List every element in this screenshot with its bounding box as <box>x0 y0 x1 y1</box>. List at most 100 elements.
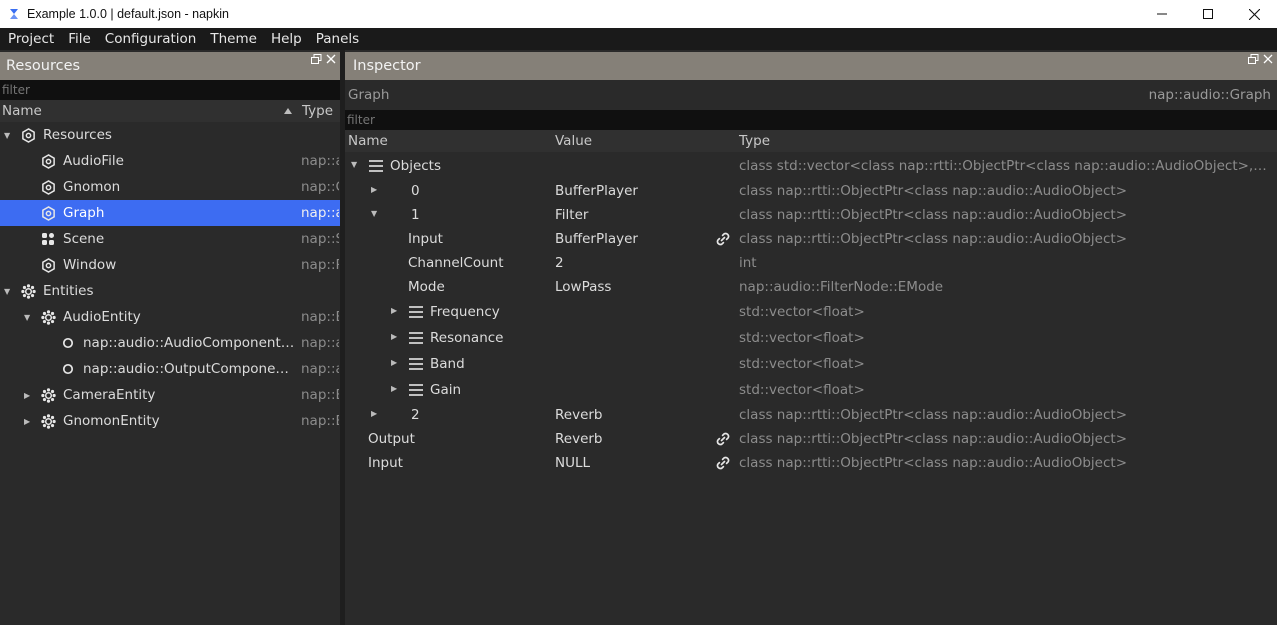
property-name: Mode <box>408 279 445 295</box>
close-window-button[interactable] <box>1231 0 1277 28</box>
resource-icon <box>40 257 56 273</box>
window-title: Example 1.0.0 | default.json - napkin <box>27 7 229 21</box>
menu-panels[interactable]: Panels <box>309 31 366 47</box>
inspector-property-row[interactable]: ▶ Gain std::vector<float> <box>345 377 1277 403</box>
menu-file[interactable]: File <box>61 31 98 47</box>
resource-tree-row[interactable]: AudioFile nap::a <box>0 148 340 174</box>
inspector-property-row[interactable]: ▶ 2 Reverb class nap::rtti::ObjectPtr<class… <box>345 403 1277 427</box>
property-value[interactable]: NULL <box>555 455 590 471</box>
property-value[interactable]: Filter <box>555 207 588 223</box>
resource-tree-row[interactable]: nap::audio::OutputComponent_...nap::a <box>0 356 340 382</box>
col-type-header[interactable]: Type <box>302 103 333 119</box>
property-value[interactable]: Reverb <box>555 431 603 447</box>
resource-tree-row[interactable]: nap::audio::AudioComponent_0...nap::a <box>0 330 340 356</box>
array-list-icon <box>408 356 424 372</box>
resources-filter-input[interactable] <box>0 80 340 100</box>
resource-tree-type: nap::a <box>301 153 339 169</box>
close-panel-icon[interactable] <box>1263 54 1273 64</box>
expand-down-icon[interactable]: ▼ <box>351 160 357 169</box>
inspector-property-row[interactable]: ▶ Resonance std::vector<float> <box>345 325 1277 351</box>
property-name: 1 <box>411 207 420 223</box>
inspector-object-bar: Graph nap::audio::Graph <box>345 80 1277 110</box>
resource-tree-label: Entities <box>43 283 94 299</box>
link-icon[interactable] <box>714 454 732 472</box>
resource-tree-type: nap::a <box>301 335 339 351</box>
resources-panel: Resources Name Type ▼ Resources AudioFile n… <box>0 52 340 625</box>
property-name: 2 <box>411 407 420 423</box>
menu-configuration[interactable]: Configuration <box>98 31 204 47</box>
expand-right-icon[interactable]: ▶ <box>371 409 377 418</box>
expand-right-icon[interactable]: ▶ <box>391 384 397 393</box>
expand-right-icon[interactable]: ▶ <box>391 332 397 341</box>
float-panel-icon[interactable] <box>311 54 322 65</box>
resources-panel-title: Resources <box>6 58 81 74</box>
float-panel-icon[interactable] <box>1248 54 1259 65</box>
expand-down-icon[interactable]: ▼ <box>24 313 34 322</box>
property-type: class nap::rtti::ObjectPtr<class nap::au… <box>739 455 1127 471</box>
expand-down-icon[interactable]: ▼ <box>371 209 377 218</box>
expand-right-icon[interactable]: ▶ <box>371 185 377 194</box>
inspector-panel-header: Inspector <box>345 52 1277 80</box>
inspector-property-row[interactable]: ▶ Band std::vector<float> <box>345 351 1277 377</box>
maximize-button[interactable] <box>1185 0 1231 28</box>
expand-down-icon[interactable]: ▼ <box>4 131 14 140</box>
property-value[interactable]: LowPass <box>555 279 611 295</box>
expand-down-icon[interactable]: ▼ <box>4 287 14 296</box>
resource-tree-row[interactable]: ▼ AudioEntity nap::E <box>0 304 340 330</box>
resource-tree-row[interactable]: ▶ CameraEntity nap::E <box>0 382 340 408</box>
col-name-header[interactable]: Name <box>2 103 42 119</box>
property-value[interactable]: BufferPlayer <box>555 183 638 199</box>
inspector-property-row[interactable]: ChannelCount 2 int <box>345 251 1277 275</box>
resource-tree-row[interactable]: ▼ Entities <box>0 278 340 304</box>
col-value-header[interactable]: Value <box>555 133 592 149</box>
napkin-app-icon <box>10 9 18 19</box>
expand-right-icon[interactable]: ▶ <box>391 306 397 315</box>
property-type: class nap::rtti::ObjectPtr<class nap::au… <box>739 231 1127 247</box>
inspector-property-row[interactable]: Input NULL class nap::rtti::ObjectPtr<clas… <box>345 451 1277 475</box>
resource-icon <box>40 179 56 195</box>
resource-tree-row[interactable]: Window nap::R <box>0 252 340 278</box>
inspector-property-row[interactable]: ▶ Frequency std::vector<float> <box>345 299 1277 325</box>
property-name: Objects <box>390 158 442 174</box>
resource-tree-type: nap::a <box>301 361 339 377</box>
menu-help[interactable]: Help <box>264 31 309 47</box>
resource-tree-row[interactable]: Scene nap::S <box>0 226 340 252</box>
col-name-header[interactable]: Name <box>348 133 388 149</box>
expand-right-icon[interactable]: ▶ <box>24 417 34 426</box>
resources-panel-header: Resources <box>0 52 340 80</box>
expand-right-icon[interactable]: ▶ <box>391 358 397 367</box>
resource-tree-type: nap::G <box>301 179 339 195</box>
inspector-property-row[interactable]: Mode LowPass nap::audio::FilterNode::EMode <box>345 275 1277 299</box>
property-value[interactable]: Reverb <box>555 407 603 423</box>
property-type: class nap::rtti::ObjectPtr<class nap::au… <box>739 431 1127 447</box>
close-icon <box>1248 8 1260 20</box>
minimize-button[interactable] <box>1139 0 1185 28</box>
link-icon[interactable] <box>714 430 732 448</box>
inspector-property-row[interactable]: ▼ 1 Filter class nap::rtti::ObjectPtr<class… <box>345 203 1277 227</box>
array-list-icon <box>368 158 384 174</box>
property-name: Gain <box>430 382 462 398</box>
expand-right-icon[interactable]: ▶ <box>24 391 34 400</box>
resource-tree-label: AudioFile <box>63 153 124 169</box>
resource-tree-row[interactable]: Graph nap::a <box>0 200 340 226</box>
property-value[interactable]: 2 <box>555 255 564 271</box>
array-list-icon <box>408 330 424 346</box>
resource-tree-label: Resources <box>43 127 112 143</box>
inspector-property-row[interactable]: ▼ Objects class std::vector<class nap::rtt… <box>345 153 1277 179</box>
resource-tree-row[interactable]: ▼ Resources <box>0 122 340 148</box>
menu-theme[interactable]: Theme <box>203 31 264 47</box>
property-value[interactable]: BufferPlayer <box>555 231 638 247</box>
inspector-property-row[interactable]: Input BufferPlayer class nap::rtti::Object… <box>345 227 1277 251</box>
resource-tree-row[interactable]: Gnomon nap::G <box>0 174 340 200</box>
inspector-property-row[interactable]: ▶ 0 BufferPlayer class nap::rtti::ObjectPtr… <box>345 179 1277 203</box>
menu-project[interactable]: Project <box>0 31 61 47</box>
inspector-property-row[interactable]: Output Reverb class nap::rtti::ObjectPtr<c… <box>345 427 1277 451</box>
resource-tree-row[interactable]: ▶ GnomonEntity nap::E <box>0 408 340 434</box>
inspector-filter-input[interactable] <box>345 110 1277 130</box>
sort-ascending-icon[interactable] <box>284 108 292 114</box>
col-type-header[interactable]: Type <box>739 133 770 149</box>
resource-tree-type: nap::R <box>301 257 339 273</box>
property-name: Frequency <box>430 304 500 320</box>
link-icon[interactable] <box>714 230 732 248</box>
close-panel-icon[interactable] <box>326 54 336 64</box>
